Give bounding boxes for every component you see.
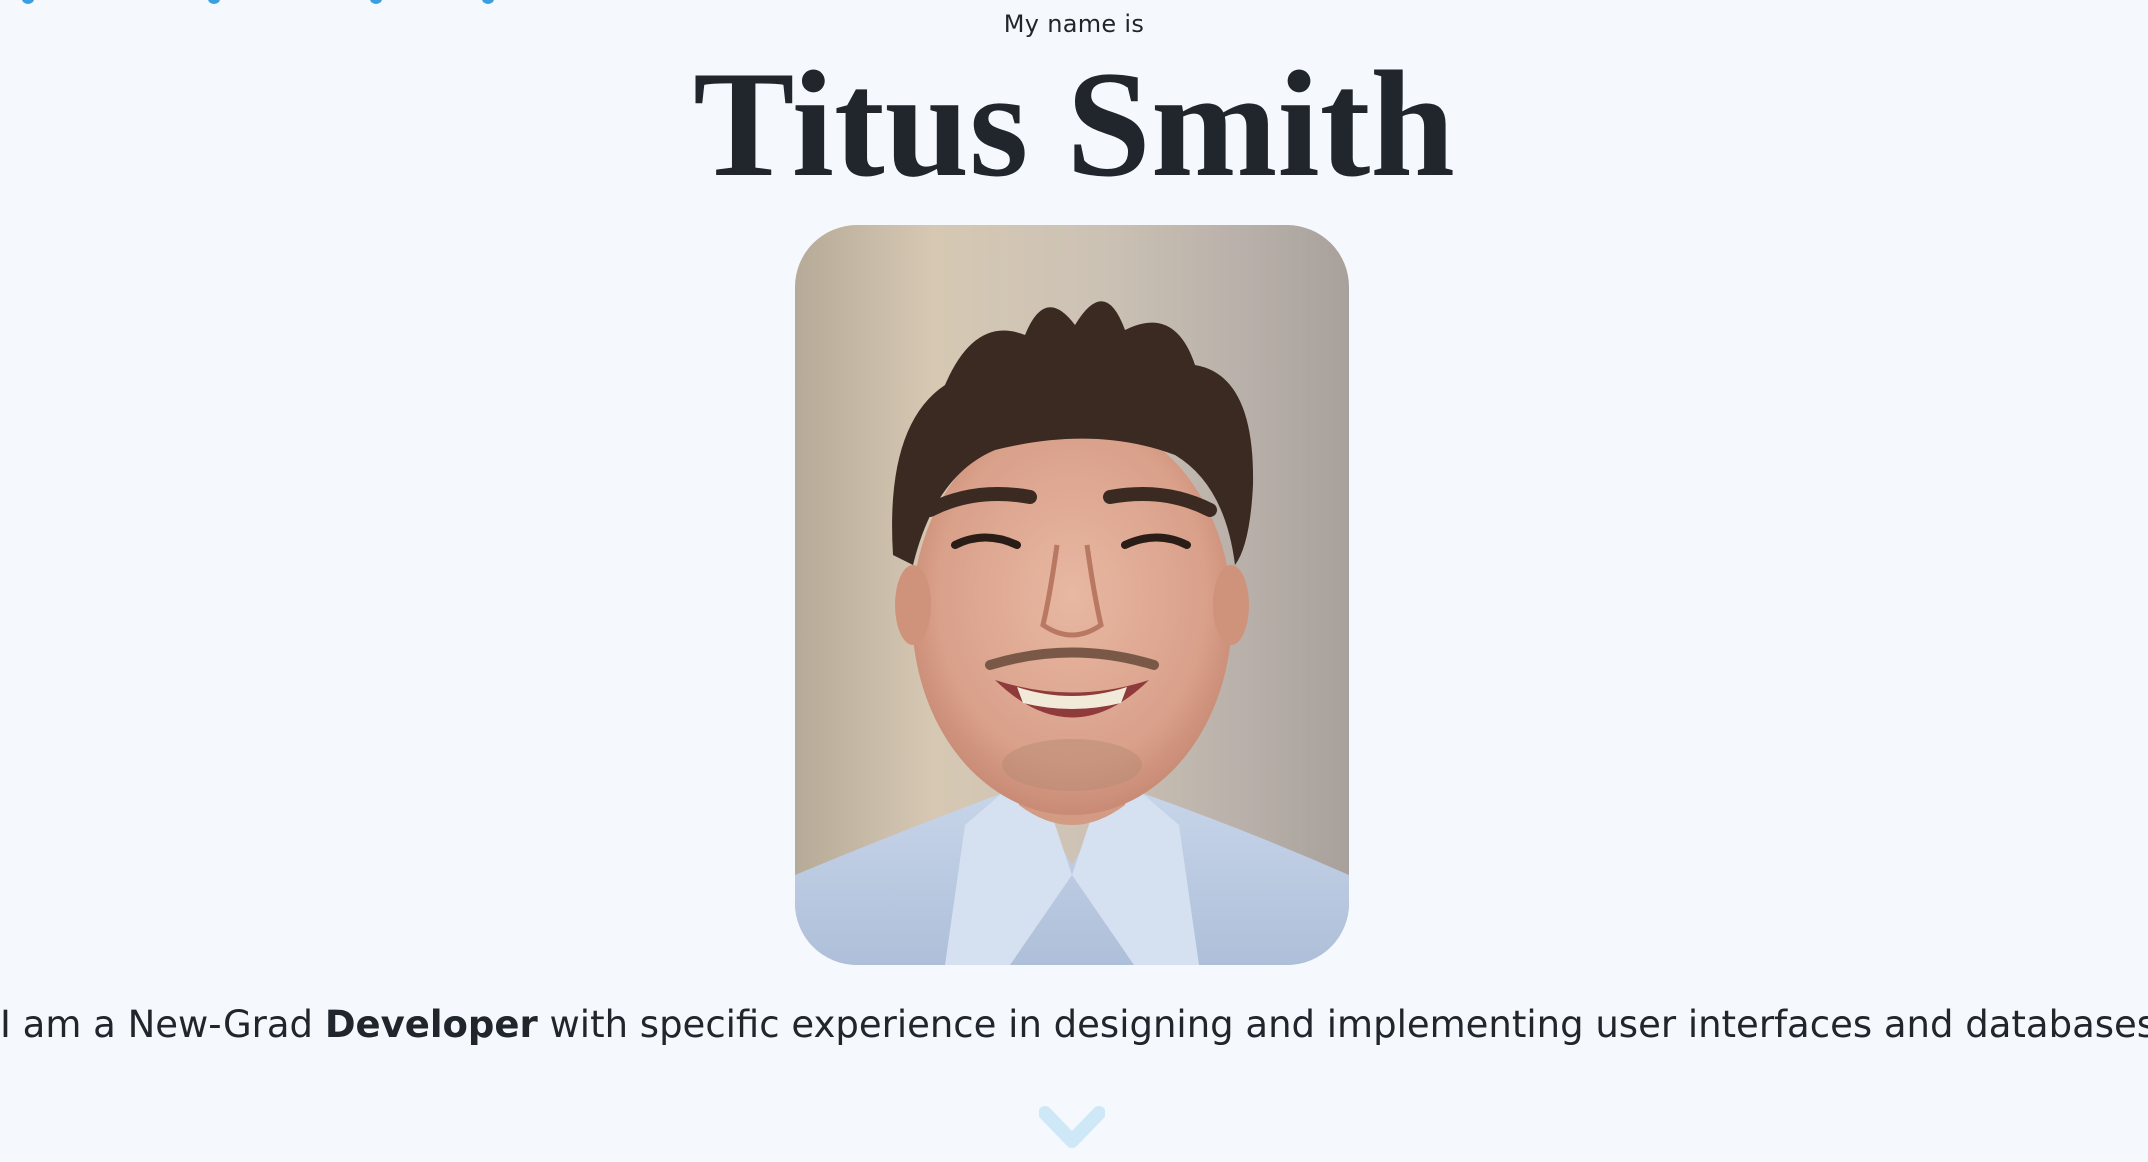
hero-section: My name is Titus Smith I am a New-Grad D… (0, 0, 2148, 1162)
tagline-role: Developer (324, 1003, 538, 1046)
intro-text: My name is (1003, 10, 1145, 38)
chevron-down-icon (1038, 1106, 1106, 1148)
tagline-suffix: with specific experience in designing an… (537, 1003, 2148, 1046)
tagline-prefix: I am a New-Grad (0, 1003, 325, 1046)
portrait-image (795, 301, 1349, 965)
tagline: I am a New-Grad Developer with specific … (0, 1003, 2148, 1046)
profile-photo (795, 225, 1349, 965)
scroll-down-button[interactable] (1038, 1105, 1106, 1151)
page-title: Titus Smith (693, 40, 1455, 208)
top-decoration (0, 0, 560, 6)
